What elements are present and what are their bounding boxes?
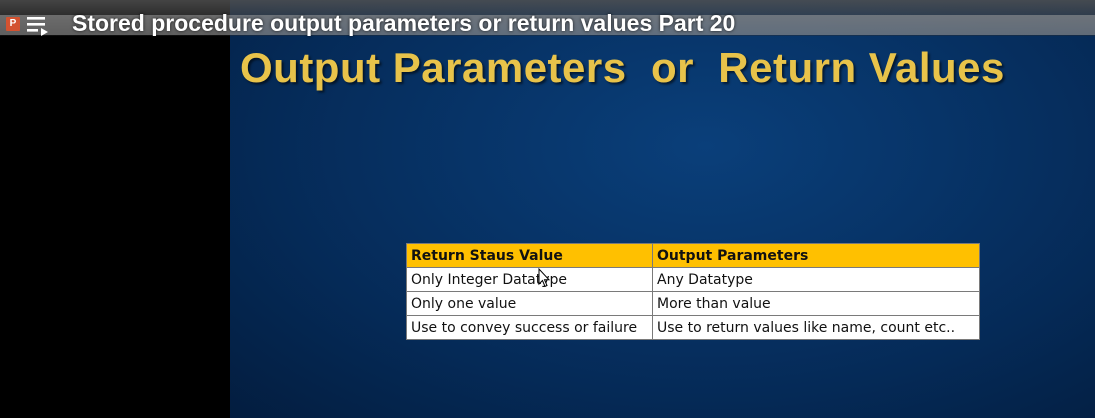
table-header-cell: Return Staus Value [406, 243, 653, 268]
table-row: Use to convey success or failure Use to … [406, 315, 980, 340]
table-cell: More than value [652, 291, 980, 316]
table-row: Only Integer Datatype Any Datatype [406, 267, 980, 292]
playlist-icon[interactable] [26, 14, 54, 38]
slide: Output Parameters or Return Values Retur… [230, 0, 1095, 418]
table-cell: Only Integer Datatype [406, 267, 653, 292]
slide-title: Output Parameters or Return Values [240, 44, 1005, 91]
video-player[interactable]: Output Parameters or Return Values Retur… [0, 0, 1095, 418]
table-cell: Only one value [406, 291, 653, 316]
table-cell: Use to convey success or failure [406, 315, 653, 340]
mouse-cursor-icon [538, 268, 550, 288]
table-cell: Use to return values like name, count et… [652, 315, 980, 340]
powerpoint-icon: P [6, 17, 20, 31]
table-cell: Any Datatype [652, 267, 980, 292]
table-header-cell: Output Parameters [652, 243, 980, 268]
video-title[interactable]: Stored procedure output parameters or re… [72, 10, 735, 37]
table-header-row: Return Staus Value Output Parameters [406, 243, 980, 268]
table-row: Only one value More than value [406, 291, 980, 316]
comparison-table: Return Staus Value Output Parameters Onl… [406, 243, 980, 340]
